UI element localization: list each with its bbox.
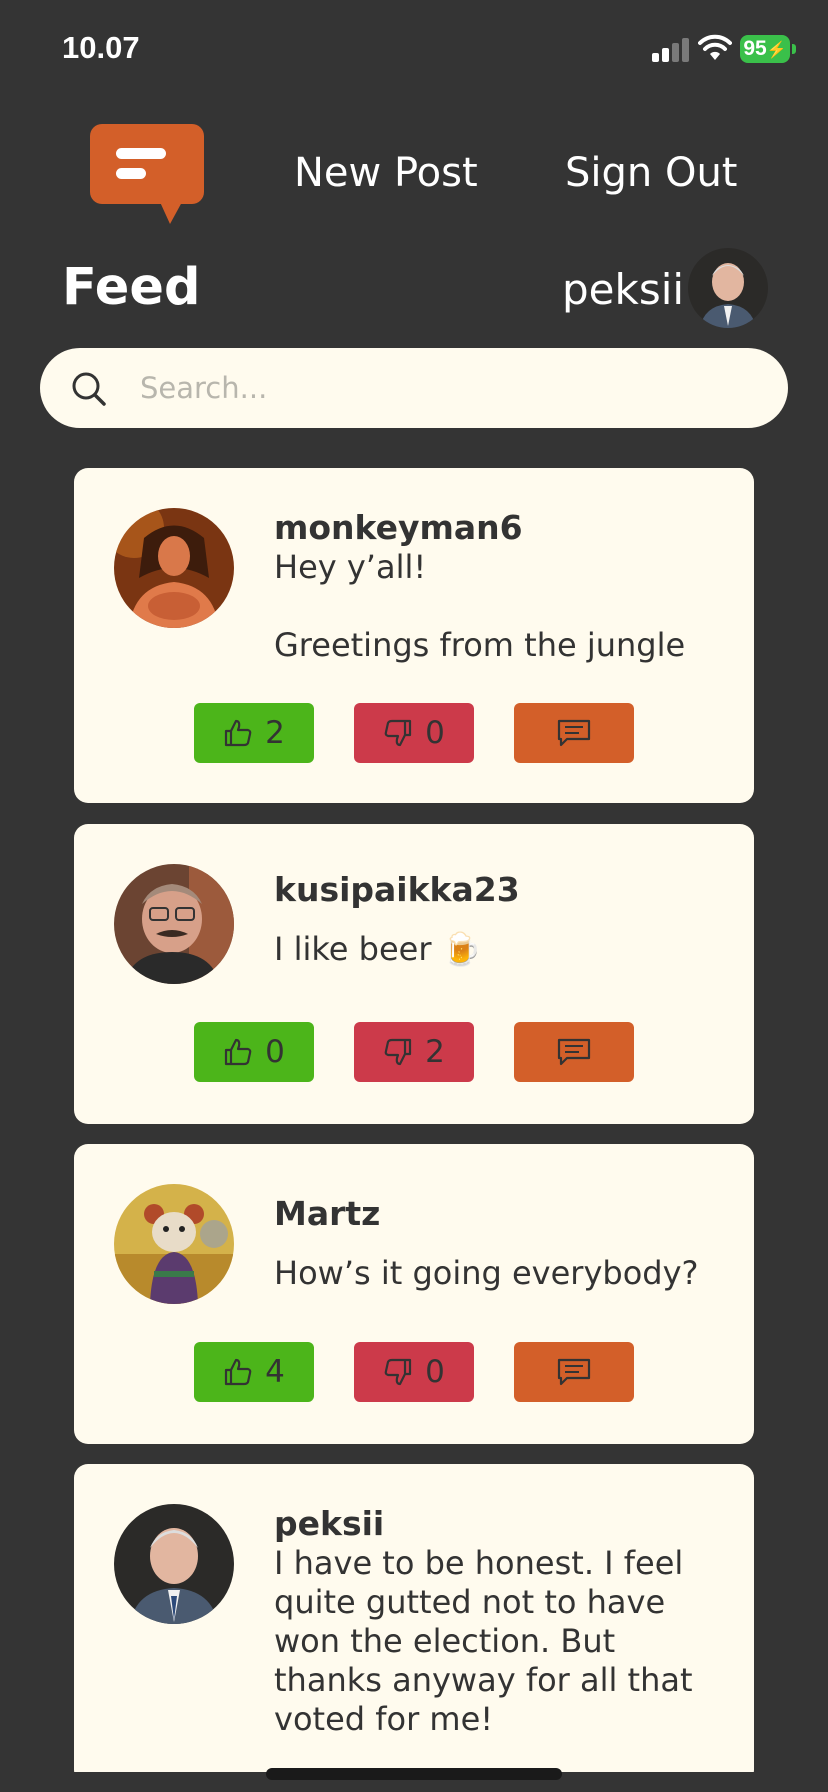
comment-button[interactable]: [514, 1342, 634, 1402]
search-bar: [40, 348, 788, 428]
dislike-count: 0: [425, 715, 445, 751]
comment-button[interactable]: [514, 1022, 634, 1082]
post-actions: 0 2: [194, 1022, 634, 1082]
post-card: peksii I have to be honest. I feel quite…: [74, 1464, 754, 1784]
chat-bubble-icon[interactable]: [88, 122, 206, 228]
post-body: Hey y’all! Greetings from the jungle: [274, 548, 686, 664]
post-body: How’s it going everybody?: [274, 1254, 699, 1292]
dislike-button[interactable]: 0: [354, 703, 474, 763]
like-button[interactable]: 4: [194, 1342, 314, 1402]
post-body: I like beer 🍺: [274, 930, 482, 968]
author-avatar[interactable]: [114, 1184, 234, 1304]
current-user-avatar[interactable]: [688, 248, 768, 328]
author-avatar[interactable]: [114, 864, 234, 984]
post-actions: 4 0: [194, 1342, 634, 1402]
thumbs-up-icon: [225, 1038, 252, 1066]
thumbs-down-icon: [384, 719, 412, 747]
dislike-count: 2: [425, 1034, 445, 1070]
page-title: Feed: [62, 258, 201, 317]
comment-button[interactable]: [514, 703, 634, 763]
like-count: 2: [265, 715, 285, 751]
post-author[interactable]: Martz: [274, 1194, 380, 1233]
status-bar: 10.07 95⚡: [0, 0, 828, 100]
search-input[interactable]: [140, 348, 760, 428]
post-body: I have to be honest. I feel quite gutted…: [274, 1544, 693, 1738]
search-icon: [72, 372, 106, 406]
like-button[interactable]: 0: [194, 1022, 314, 1082]
post-author[interactable]: peksii: [274, 1504, 384, 1543]
post-card: Martz How’s it going everybody? 4 0: [74, 1144, 754, 1444]
thumbs-up-icon: [225, 1358, 252, 1386]
dislike-button[interactable]: 2: [354, 1022, 474, 1082]
battery-indicator: 95⚡: [740, 35, 790, 63]
like-count: 4: [265, 1354, 285, 1390]
comment-icon: [557, 1358, 591, 1386]
cellular-signal-icon: [652, 38, 690, 62]
thumbs-down-icon: [384, 1358, 412, 1386]
dislike-button[interactable]: 0: [354, 1342, 474, 1402]
post-card: kusipaikka23 I like beer 🍺 0 2: [74, 824, 754, 1124]
comment-icon: [557, 719, 591, 747]
status-time: 10.07: [62, 30, 140, 65]
new-post-link[interactable]: New Post: [294, 150, 478, 196]
battery-level: 95: [743, 37, 767, 60]
like-count: 0: [265, 1034, 285, 1070]
post-actions: 2 0: [194, 703, 634, 763]
dislike-count: 0: [425, 1354, 445, 1390]
post-author[interactable]: kusipaikka23: [274, 870, 520, 909]
battery-nub: [792, 44, 796, 54]
post-card: monkeyman6 Hey y’all! Greetings from the…: [74, 468, 754, 803]
like-button[interactable]: 2: [194, 703, 314, 763]
home-indicator[interactable]: [266, 1768, 562, 1780]
thumbs-down-icon: [384, 1038, 412, 1066]
current-username[interactable]: peksii: [562, 265, 684, 314]
wifi-icon: [698, 34, 732, 60]
comment-icon: [557, 1038, 591, 1066]
sign-out-link[interactable]: Sign Out: [565, 150, 737, 196]
author-avatar[interactable]: [114, 508, 234, 628]
author-avatar[interactable]: [114, 1504, 234, 1624]
post-author[interactable]: monkeyman6: [274, 508, 523, 547]
thumbs-up-icon: [225, 719, 252, 747]
